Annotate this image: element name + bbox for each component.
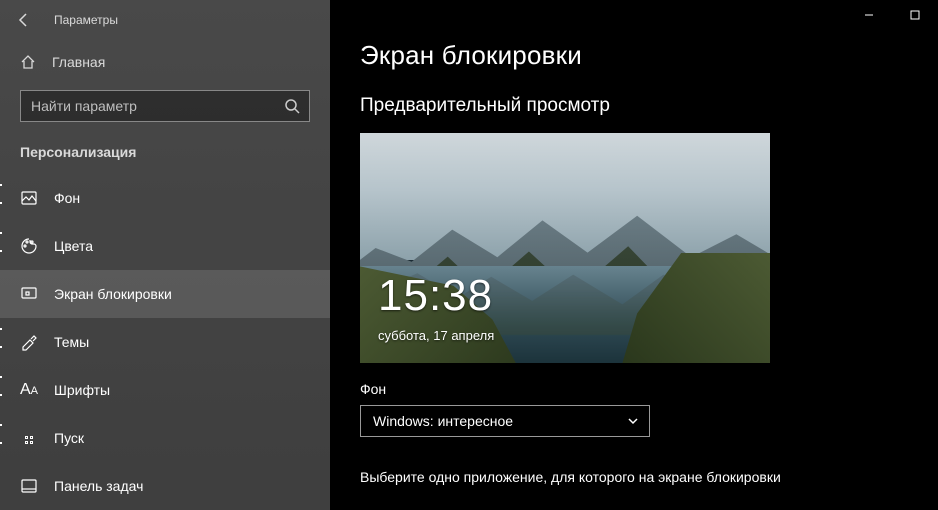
chevron-down-icon (627, 415, 639, 427)
sidebar-item-label: Шрифты (54, 382, 110, 398)
window-title: Параметры (54, 13, 118, 27)
back-button[interactable] (4, 0, 44, 40)
taskbar-icon (20, 477, 38, 495)
palette-icon (20, 237, 38, 255)
arrow-left-icon (16, 12, 32, 28)
search-icon (284, 98, 300, 114)
window-controls (846, 0, 938, 30)
background-field-label: Фон (360, 381, 938, 397)
maximize-button[interactable] (892, 0, 938, 30)
preview-clock: 15:38 (378, 271, 493, 321)
sidebar-item-colors[interactable]: Цвета (0, 222, 330, 270)
minimize-button[interactable] (846, 0, 892, 30)
main-content: Экран блокировки Предварительный просмот… (330, 0, 938, 510)
sidebar-item-lock-screen[interactable]: Экран блокировки (0, 270, 330, 318)
themes-icon (20, 333, 38, 351)
sidebar-item-label: Темы (54, 334, 89, 350)
sidebar-item-label: Экран блокировки (54, 286, 172, 302)
lock-screen-preview[interactable]: 15:38 суббота, 17 апреля (360, 133, 770, 363)
sidebar-item-label: Панель задач (54, 478, 143, 494)
sidebar-home[interactable]: Главная (0, 48, 330, 76)
minimize-icon (864, 10, 874, 20)
search-container (20, 90, 310, 122)
page-title: Экран блокировки (360, 40, 938, 71)
sidebar-item-label: Пуск (54, 430, 84, 446)
picture-icon (20, 189, 38, 207)
sidebar-item-themes[interactable]: Темы (0, 318, 330, 366)
sidebar-item-start[interactable]: Пуск (0, 414, 330, 462)
titlebar: Параметры (0, 0, 330, 40)
sidebar-item-taskbar[interactable]: Панель задач (0, 462, 330, 510)
search-input[interactable] (20, 90, 310, 122)
lock-screen-icon (20, 285, 38, 303)
maximize-icon (910, 10, 920, 20)
preview-heading: Предварительный просмотр (360, 95, 938, 117)
home-icon (20, 54, 36, 70)
fonts-icon: AA (20, 381, 38, 399)
sidebar-nav: Фон Цвета Экран блокировки Темы AA Шрифт… (0, 174, 330, 510)
dropdown-selected-value: Windows: интересное (373, 413, 513, 429)
sidebar-category: Персонализация (0, 144, 330, 160)
settings-sidebar: Параметры Главная Персонализация Фон Цве… (0, 0, 330, 510)
preview-date: суббота, 17 апреля (378, 328, 494, 343)
sidebar-item-label: Фон (54, 190, 80, 206)
sidebar-home-label: Главная (52, 54, 105, 70)
sidebar-item-background[interactable]: Фон (0, 174, 330, 222)
sidebar-item-label: Цвета (54, 238, 93, 254)
app-selection-description: Выберите одно приложение, для которого н… (360, 469, 938, 485)
background-dropdown[interactable]: Windows: интересное (360, 405, 650, 437)
sidebar-item-fonts[interactable]: AA Шрифты (0, 366, 330, 414)
start-icon (20, 429, 38, 447)
